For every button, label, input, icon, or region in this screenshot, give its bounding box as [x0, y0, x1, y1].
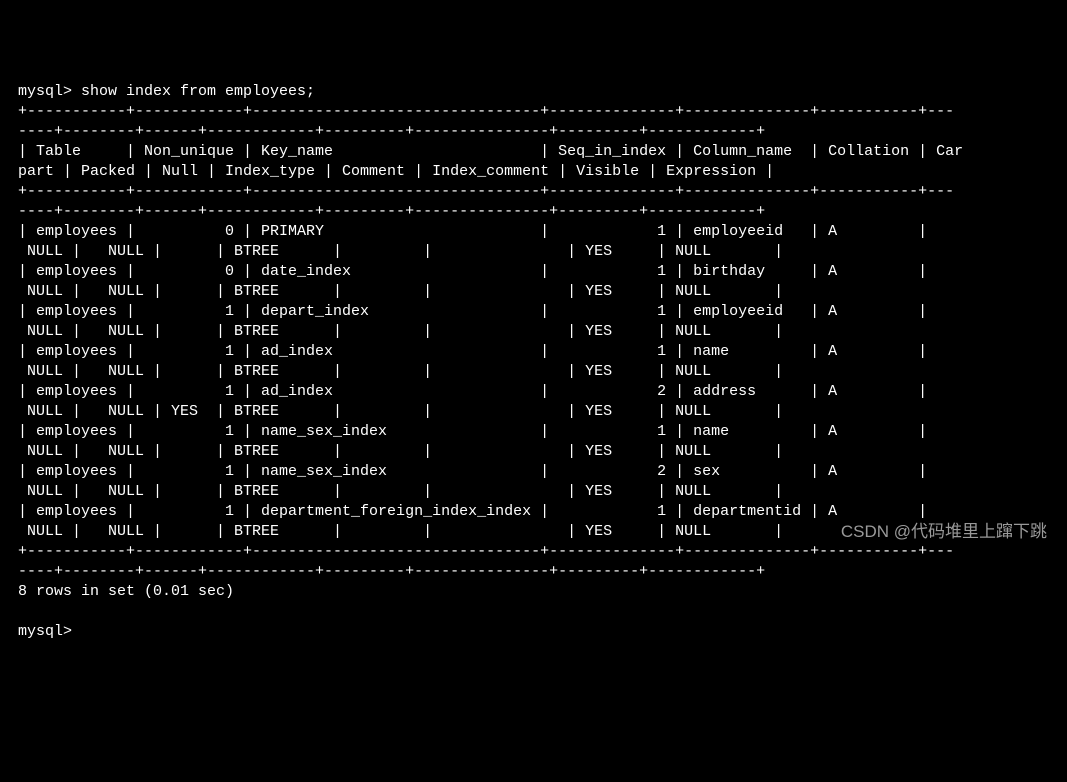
table-row: | employees | 1 | depart_index | 1 | emp… [18, 303, 927, 320]
result-summary: 8 rows in set (0.01 sec) [18, 583, 234, 600]
table-row: | employees | 0 | date_index | 1 | birth… [18, 263, 927, 280]
terminal-output: mysql> show index from employees; +-----… [0, 82, 1067, 642]
table-row-wrap: NULL | NULL | | BTREE | | | YES | NULL | [18, 243, 783, 260]
table-row: | employees | 1 | ad_index | 1 | name | … [18, 343, 927, 360]
table-header-line1: | Table | Non_unique | Key_name | Seq_in… [18, 143, 963, 160]
table-border-wrap: ----+--------+------+------------+------… [18, 563, 765, 580]
table-row-wrap: NULL | NULL | | BTREE | | | YES | NULL | [18, 363, 783, 380]
table-row: | employees | 1 | name_sex_index | 1 | n… [18, 423, 927, 440]
table-border: +-----------+------------+--------------… [18, 183, 954, 200]
table-border-wrap: ----+--------+------+------------+------… [18, 203, 765, 220]
table-row-wrap: NULL | NULL | | BTREE | | | YES | NULL | [18, 283, 783, 300]
table-row: | employees | 0 | PRIMARY | 1 | employee… [18, 223, 927, 240]
sql-command: show index from employees; [81, 83, 315, 100]
table-row-wrap: NULL | NULL | | BTREE | | | YES | NULL | [18, 443, 783, 460]
mysql-prompt[interactable]: mysql> [18, 623, 72, 640]
table-row: | employees | 1 | department_foreign_ind… [18, 503, 927, 520]
table-row-wrap: NULL | NULL | | BTREE | | | YES | NULL | [18, 323, 783, 340]
csdn-watermark: CSDN @代码堆里上蹿下跳 [841, 522, 1047, 542]
table-border: +-----------+------------+--------------… [18, 543, 954, 560]
table-row: | employees | 1 | name_sex_index | 2 | s… [18, 463, 927, 480]
table-border-wrap: ----+--------+------+------------+------… [18, 123, 765, 140]
table-header-line2: part | Packed | Null | Index_type | Comm… [18, 163, 774, 180]
table-border: +-----------+------------+--------------… [18, 103, 954, 120]
mysql-prompt: mysql> [18, 83, 81, 100]
table-row-wrap: NULL | NULL | | BTREE | | | YES | NULL | [18, 523, 783, 540]
table-row: | employees | 1 | ad_index | 2 | address… [18, 383, 927, 400]
table-row-wrap: NULL | NULL | | BTREE | | | YES | NULL | [18, 483, 783, 500]
table-row-wrap: NULL | NULL | YES | BTREE | | | YES | NU… [18, 403, 783, 420]
